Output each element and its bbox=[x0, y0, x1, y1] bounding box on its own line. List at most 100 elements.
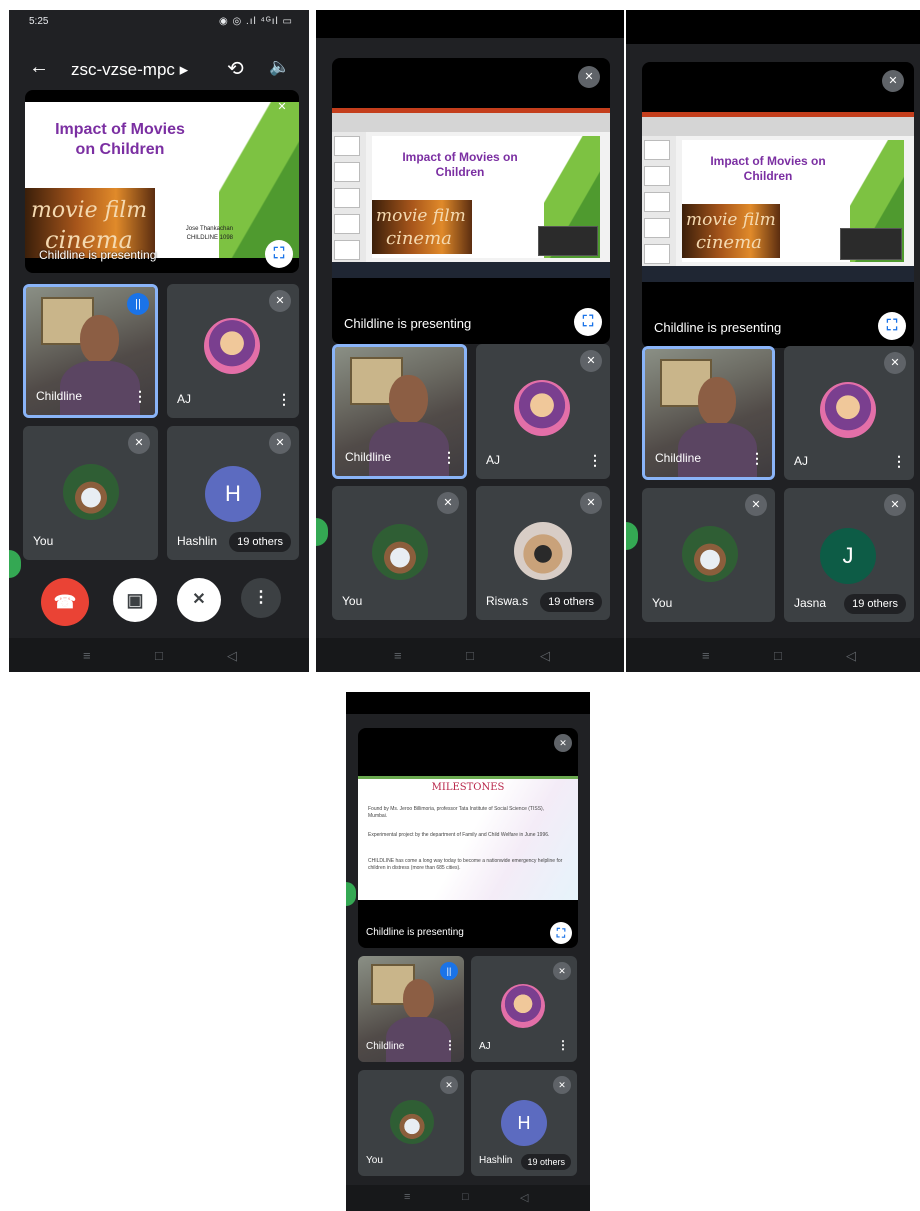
participant-tile-hashlin[interactable]: H ✕ Hashlin 19 others bbox=[167, 426, 299, 560]
slide-title: MILESTONES bbox=[431, 782, 505, 793]
slide-title: Impact of Movies on Children bbox=[710, 154, 826, 183]
powerpoint-ribbon bbox=[642, 112, 914, 136]
status-time: 5:25 bbox=[29, 16, 49, 27]
screenshot-panel-3: Impact of Movies on Children movie film … bbox=[626, 10, 920, 672]
slide-title: Impact of Movies on Children bbox=[55, 121, 185, 158]
home-icon[interactable]: □ bbox=[466, 648, 474, 663]
more-options-icon[interactable]: ⋮ bbox=[892, 453, 906, 470]
more-options-icon[interactable]: ⋮ bbox=[750, 450, 764, 467]
participant-name: Riswa.s bbox=[486, 594, 529, 608]
mic-off-icon: ✕ bbox=[884, 494, 906, 516]
mic-off-icon: ✕ bbox=[884, 352, 906, 374]
recent-apps-icon[interactable]: ≡ bbox=[83, 648, 91, 663]
film-word-movie: movie film bbox=[686, 210, 776, 230]
film-word-movie: movie film bbox=[376, 206, 466, 226]
mic-off-icon: ✕ bbox=[277, 101, 287, 113]
participant-tile-you[interactable]: ✕ You bbox=[358, 1070, 464, 1176]
home-icon[interactable]: □ bbox=[774, 648, 782, 663]
participant-tile-you[interactable]: ✕ You bbox=[332, 486, 467, 620]
more-options-icon[interactable]: ⋮ bbox=[588, 452, 602, 469]
participant-name: You bbox=[652, 596, 673, 610]
shared-slide: MILESTONES Found by Ms. Jeroo Billimoria… bbox=[358, 776, 578, 900]
switch-camera-icon[interactable]: ⟲ bbox=[227, 56, 244, 81]
camera-off-button[interactable]: ▣ bbox=[113, 578, 157, 622]
participant-tile-childline[interactable]: Childline ⋮ bbox=[642, 346, 775, 480]
participant-name: Childline bbox=[36, 389, 83, 403]
film-word-movie: movie film bbox=[31, 198, 148, 223]
shared-slide: Impact of Movies on Children movie film … bbox=[332, 108, 610, 278]
back-icon[interactable]: ◁ bbox=[520, 1191, 528, 1204]
participant-name: AJ bbox=[486, 453, 501, 467]
mic-off-icon: ✕ bbox=[580, 350, 602, 372]
mic-off-button[interactable]: ✕ bbox=[177, 578, 221, 622]
status-bar: 5:25 ◉ ◎ .ıl ⁴ᴳıl ▭ bbox=[9, 10, 309, 30]
speaker-icon[interactable]: 🔈 bbox=[269, 57, 290, 77]
more-options-icon[interactable]: ⋮ bbox=[277, 391, 291, 408]
android-nav-bar: ≡ □ ◁ bbox=[9, 638, 309, 672]
participant-tile-aj[interactable]: ✕ AJ ⋮ bbox=[784, 346, 914, 480]
others-count-badge[interactable]: 19 others bbox=[540, 592, 602, 612]
side-bubble[interactable] bbox=[626, 522, 638, 550]
slide-thumbnails bbox=[642, 136, 676, 266]
more-options-icon[interactable]: ⋮ bbox=[133, 388, 147, 405]
participant-tile-childline[interactable]: || Childline ⋮ bbox=[23, 284, 158, 418]
home-icon[interactable]: □ bbox=[155, 648, 163, 663]
more-options-icon[interactable]: ⋮ bbox=[442, 449, 456, 466]
presentation-tile[interactable]: Impact of Movies on Children movie film … bbox=[25, 90, 299, 273]
mic-off-icon: ✕ bbox=[269, 290, 291, 312]
fullscreen-button[interactable]: ⛶ bbox=[265, 240, 293, 268]
mic-off-icon: ✕ bbox=[437, 492, 459, 514]
home-icon[interactable]: □ bbox=[462, 1191, 469, 1203]
participant-name: Childline bbox=[366, 1041, 405, 1052]
windows-taskbar bbox=[642, 266, 914, 282]
participant-tile-childline[interactable]: Childline ⋮ bbox=[332, 344, 467, 479]
slide-title: Impact of Movies on Children bbox=[402, 150, 518, 179]
presentation-tile[interactable]: Impact of Movies on Children movie film … bbox=[642, 62, 914, 348]
more-options-icon[interactable]: ⋮ bbox=[557, 1038, 569, 1052]
others-count-badge[interactable]: 19 others bbox=[521, 1154, 571, 1170]
status-bar-area bbox=[626, 10, 920, 44]
presenting-label: Childline is presenting bbox=[344, 316, 472, 331]
presentation-tile[interactable]: Impact of Movies on Children movie film … bbox=[332, 58, 610, 344]
others-count-badge[interactable]: 19 others bbox=[229, 532, 291, 552]
hang-up-button[interactable]: ☎ bbox=[41, 578, 89, 626]
participant-name: You bbox=[366, 1155, 383, 1166]
participant-tile-you[interactable]: ✕ You bbox=[23, 426, 158, 560]
fullscreen-button[interactable]: ⛶ bbox=[878, 312, 906, 340]
participant-tile-aj[interactable]: ✕ AJ ⋮ bbox=[476, 344, 610, 479]
back-icon[interactable]: ◁ bbox=[227, 648, 237, 664]
participant-name: Childline bbox=[655, 451, 702, 465]
presentation-tile[interactable]: MILESTONES Found by Ms. Jeroo Billimoria… bbox=[358, 728, 578, 948]
side-bubble[interactable] bbox=[346, 882, 356, 906]
back-icon[interactable]: ◁ bbox=[846, 648, 856, 664]
slide-author: Jose Thankachan bbox=[185, 226, 233, 232]
meeting-code[interactable]: zsc-vzse-mpc ▸ bbox=[71, 60, 188, 80]
participant-tile-hashlin[interactable]: H ✕ Hashlin 19 others bbox=[471, 1070, 577, 1176]
more-options-icon[interactable]: ⋮ bbox=[444, 1038, 456, 1052]
mic-off-icon: ✕ bbox=[553, 1076, 571, 1094]
fullscreen-button[interactable]: ⛶ bbox=[550, 922, 572, 944]
status-icons: ◉ ◎ .ıl ⁴ᴳıl ▭ bbox=[218, 16, 293, 27]
participant-tile-aj[interactable]: ✕ AJ ⋮ bbox=[167, 284, 299, 418]
avatar-letter: J bbox=[820, 528, 876, 584]
side-bubble[interactable] bbox=[9, 550, 21, 578]
participant-tile-childline[interactable]: || Childline ⋮ bbox=[358, 956, 464, 1062]
participant-tile-jasna[interactable]: J ✕ Jasna 19 others bbox=[784, 488, 914, 622]
fullscreen-button[interactable]: ⛶ bbox=[574, 308, 602, 336]
back-arrow-icon[interactable]: ← bbox=[29, 56, 49, 79]
shared-slide: Impact of Movies on Children movie film … bbox=[642, 112, 914, 282]
speaking-indicator-icon: || bbox=[440, 962, 458, 980]
participant-tile-riswa[interactable]: ✕ Riswa.s 19 others bbox=[476, 486, 610, 620]
recent-apps-icon[interactable]: ≡ bbox=[394, 648, 402, 663]
more-options-button[interactable]: ⋮ bbox=[241, 578, 281, 618]
participant-tile-you[interactable]: ✕ You bbox=[642, 488, 775, 622]
side-bubble[interactable] bbox=[316, 518, 328, 546]
recent-apps-icon[interactable]: ≡ bbox=[702, 648, 710, 663]
avatar bbox=[63, 464, 119, 520]
slide-bullet-2: Experimental project by the department o… bbox=[368, 832, 550, 838]
recent-apps-icon[interactable]: ≡ bbox=[404, 1191, 410, 1203]
participant-name: AJ bbox=[479, 1041, 491, 1052]
participant-tile-aj[interactable]: ✕ AJ ⋮ bbox=[471, 956, 577, 1062]
others-count-badge[interactable]: 19 others bbox=[844, 594, 906, 614]
back-icon[interactable]: ◁ bbox=[540, 648, 550, 664]
